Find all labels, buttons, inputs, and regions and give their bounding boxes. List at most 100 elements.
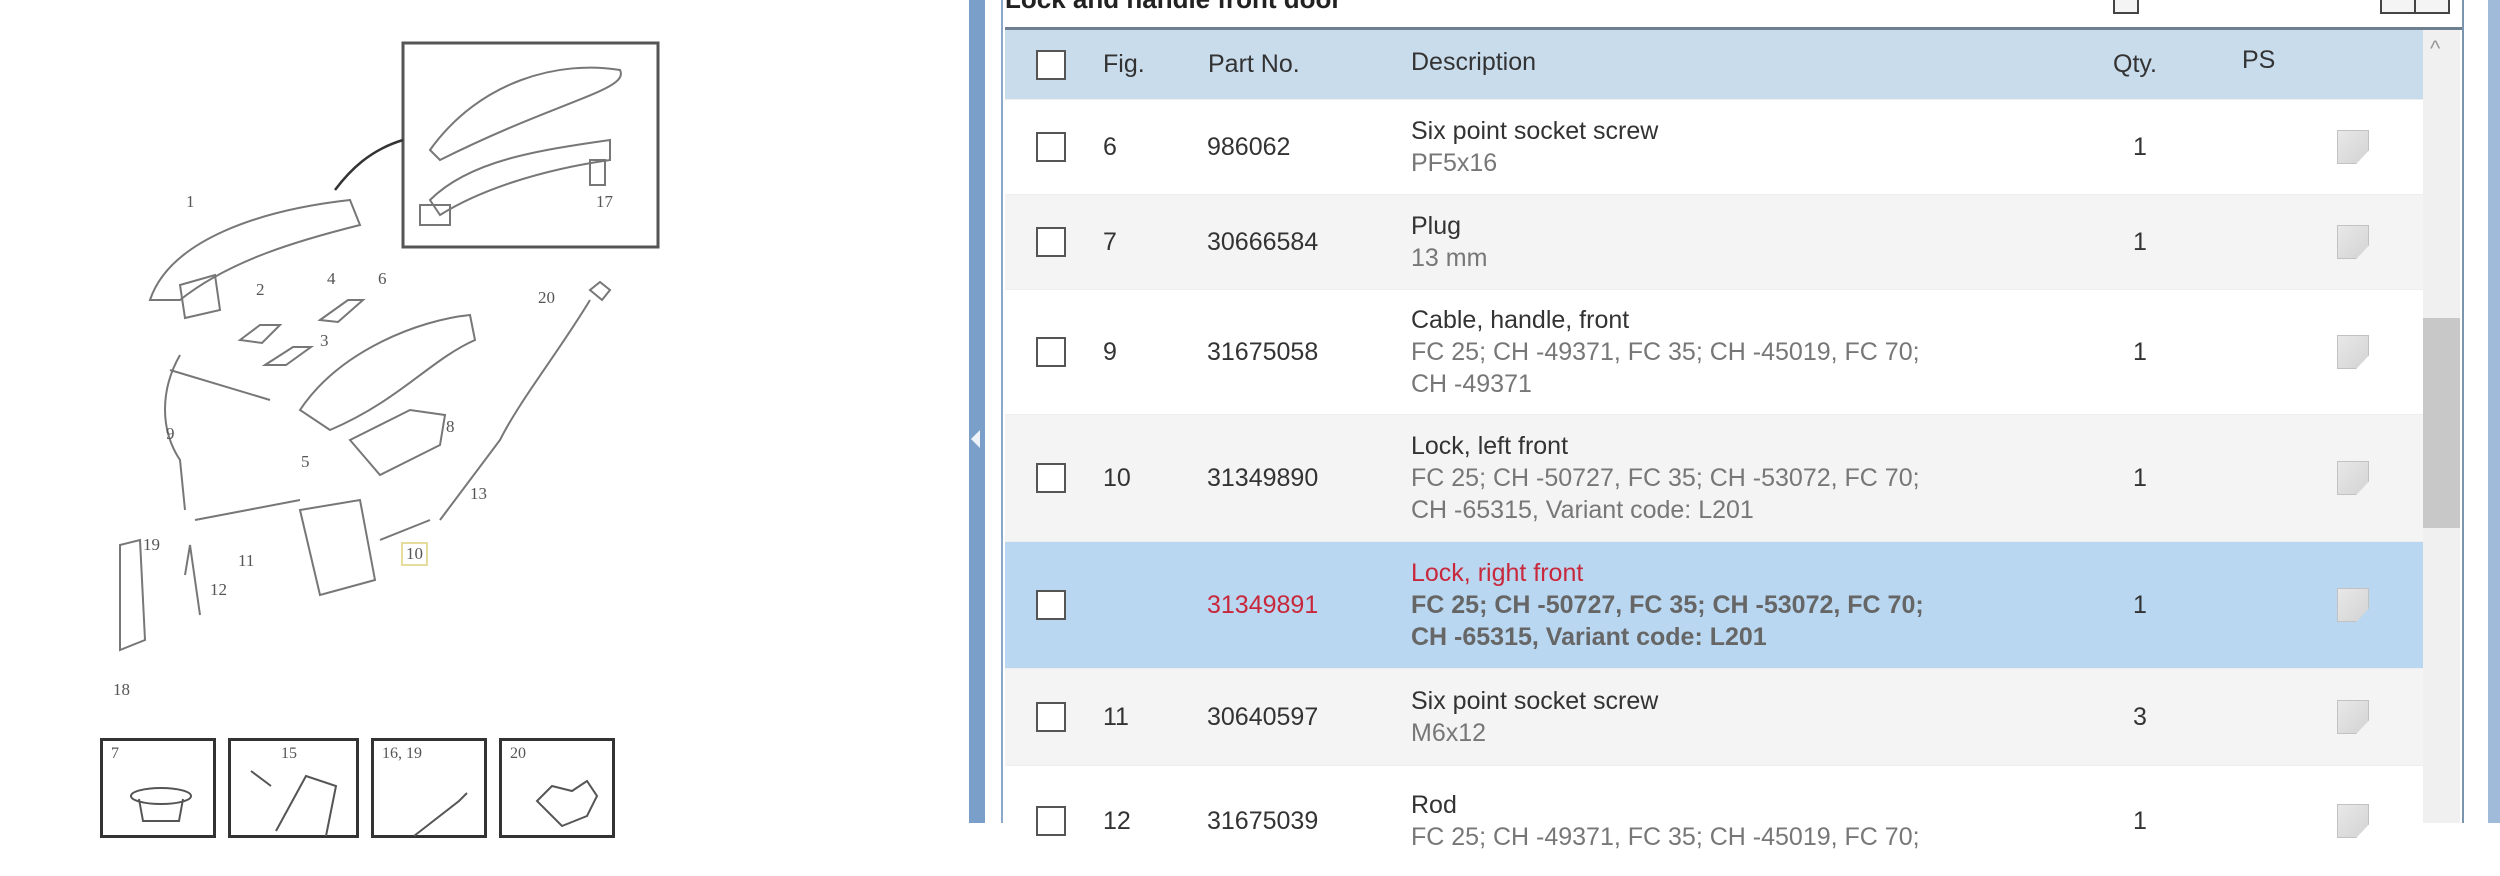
quantity: 1 xyxy=(2133,591,2147,619)
thumbnail-15: 15 xyxy=(228,738,359,838)
part-number[interactable]: 31349890 xyxy=(1207,464,1318,493)
row-checkbox[interactable] xyxy=(1036,590,1066,620)
note-icon[interactable] xyxy=(2337,700,2369,734)
part-description: Lock, left front FC 25; CH -50727, FC 35;… xyxy=(1411,430,1920,526)
callout-2: 2 xyxy=(256,280,265,299)
exploded-view-drawing xyxy=(119,41,660,652)
row-checkbox[interactable] xyxy=(1036,463,1066,493)
thumbnail-7: 7 xyxy=(100,738,216,838)
header-fig[interactable]: Fig. xyxy=(1103,50,1145,79)
part-number[interactable]: 30640597 xyxy=(1207,703,1318,732)
description-detail: M6x12 xyxy=(1411,719,1487,747)
callout-12: 12 xyxy=(210,580,227,599)
fig-number: 6 xyxy=(1103,133,1117,161)
part-description: Plug 13 mm xyxy=(1411,210,1487,274)
window-edge xyxy=(2488,0,2500,823)
fig-number: 12 xyxy=(1103,807,1131,835)
callout-5: 5 xyxy=(301,452,310,471)
callout-8: 8 xyxy=(446,417,455,436)
table-row[interactable]: 9 31675058 Cable, handle, front FC 25; CH -… xyxy=(1005,289,2423,414)
row-checkbox[interactable] xyxy=(1036,337,1066,367)
row-checkbox[interactable] xyxy=(1036,806,1066,836)
inset-box xyxy=(401,41,660,249)
quantity: 1 xyxy=(2133,338,2147,366)
part-description: Six point socket screw PF5x16 xyxy=(1411,115,1658,179)
part-number[interactable]: 986062 xyxy=(1207,133,1290,162)
table-row-selected[interactable]: 31349891 Lock, right front FC 25; CH -5072… xyxy=(1005,541,2423,668)
callout-10-highlighted[interactable]: 10 xyxy=(401,542,428,566)
row-checkbox[interactable] xyxy=(1036,132,1066,162)
header-qty[interactable]: Qty. xyxy=(2090,50,2180,79)
fig-number: 9 xyxy=(1103,338,1117,366)
description-detail: CH -65315, Variant code: L201 xyxy=(1411,496,1754,524)
note-icon[interactable] xyxy=(2337,588,2369,622)
note-icon[interactable] xyxy=(2337,335,2369,369)
panel-border-right xyxy=(2462,0,2464,823)
table-row[interactable]: 6 986062 Six point socket screw PF5x16 1 xyxy=(1005,99,2423,194)
description-name: Lock, right front xyxy=(1411,559,1584,587)
callout-11: 11 xyxy=(238,551,255,570)
description-name: Cable, handle, front xyxy=(1411,306,1630,334)
callout-9: 9 xyxy=(166,424,175,443)
description-name: Rod xyxy=(1411,791,1457,819)
download-icon[interactable] xyxy=(2113,0,2139,14)
scroll-up-icon[interactable]: ^ xyxy=(2430,36,2440,62)
thumbnail-20: 20 xyxy=(499,738,615,838)
callout-19: 19 xyxy=(143,535,160,554)
note-icon[interactable] xyxy=(2337,804,2369,838)
description-detail: 13 mm xyxy=(1411,244,1488,272)
next-page-button[interactable] xyxy=(2414,0,2450,14)
description-name: Plug xyxy=(1411,212,1462,240)
callout-18: 18 xyxy=(113,680,130,699)
note-icon[interactable] xyxy=(2337,225,2369,259)
description-name: Six point socket screw xyxy=(1411,687,1659,715)
part-description: Rod FC 25; CH -49371, FC 35; CH -45019, F… xyxy=(1411,789,1920,853)
panel-splitter[interactable] xyxy=(969,0,985,823)
header-description[interactable]: Description xyxy=(1411,46,1536,78)
quantity: 1 xyxy=(2133,464,2147,492)
quantity: 1 xyxy=(2133,133,2147,161)
panel-title: Lock and handle front door xyxy=(1005,0,1342,15)
description-detail: CH -49371 xyxy=(1411,370,1532,398)
select-all-checkbox[interactable] xyxy=(1036,50,1066,80)
part-description: Six point socket screw M6x12 xyxy=(1411,685,1658,749)
quantity: 1 xyxy=(2133,228,2147,256)
fig-number: 11 xyxy=(1103,703,1129,731)
description-name: Lock, left front xyxy=(1411,432,1569,460)
thumbnail-16-19: 16, 19 xyxy=(371,738,487,838)
fig-number: 7 xyxy=(1103,228,1117,256)
note-icon[interactable] xyxy=(2337,130,2369,164)
quantity: 1 xyxy=(2133,807,2147,835)
note-icon[interactable] xyxy=(2337,461,2369,495)
callout-1: 1 xyxy=(186,192,195,211)
description-detail: FC 25; CH -49371, FC 35; CH -45019, FC 7… xyxy=(1411,338,1920,366)
row-checkbox[interactable] xyxy=(1036,702,1066,732)
table-row[interactable]: 10 31349890 Lock, left front FC 25; CH -507… xyxy=(1005,414,2423,541)
collapse-left-icon[interactable] xyxy=(971,430,980,448)
callout-4: 4 xyxy=(327,269,336,288)
description-name: Six point socket screw xyxy=(1411,117,1659,145)
part-number[interactable]: 30666584 xyxy=(1207,228,1318,257)
part-number[interactable]: 31675058 xyxy=(1207,338,1318,367)
description-detail: PF5x16 xyxy=(1411,149,1498,177)
table-row[interactable]: 11 30640597 Six point socket screw M6x12 3 xyxy=(1005,668,2423,765)
part-description: Cable, handle, front FC 25; CH -49371, FC… xyxy=(1411,304,1920,400)
panel-border xyxy=(1001,0,1003,823)
description-detail: FC 25; CH -50727, FC 35; CH -53072, FC 7… xyxy=(1411,591,1924,619)
callout-6: 6 xyxy=(378,269,387,288)
table-row[interactable]: 12 31675039 Rod FC 25; CH -49371, FC 35; CH… xyxy=(1005,765,2423,876)
callout-17: 17 xyxy=(596,192,613,211)
description-detail: CH -65315, Variant code: L201 xyxy=(1411,623,1767,651)
callout-13: 13 xyxy=(470,484,487,503)
quantity: 3 xyxy=(2133,703,2147,731)
scrollbar-thumb[interactable] xyxy=(2423,318,2460,528)
callout-3: 3 xyxy=(320,331,329,350)
part-number[interactable]: 31675039 xyxy=(1207,807,1318,836)
row-checkbox[interactable] xyxy=(1036,227,1066,257)
header-part-no[interactable]: Part No. xyxy=(1208,50,1300,79)
prev-page-button[interactable] xyxy=(2380,0,2416,14)
header-ps[interactable]: PS xyxy=(2242,46,2275,75)
part-number[interactable]: 31349891 xyxy=(1207,591,1318,620)
description-detail: FC 25; CH -50727, FC 35; CH -53072, FC 7… xyxy=(1411,464,1920,492)
table-row[interactable]: 7 30666584 Plug 13 mm 1 xyxy=(1005,194,2423,289)
